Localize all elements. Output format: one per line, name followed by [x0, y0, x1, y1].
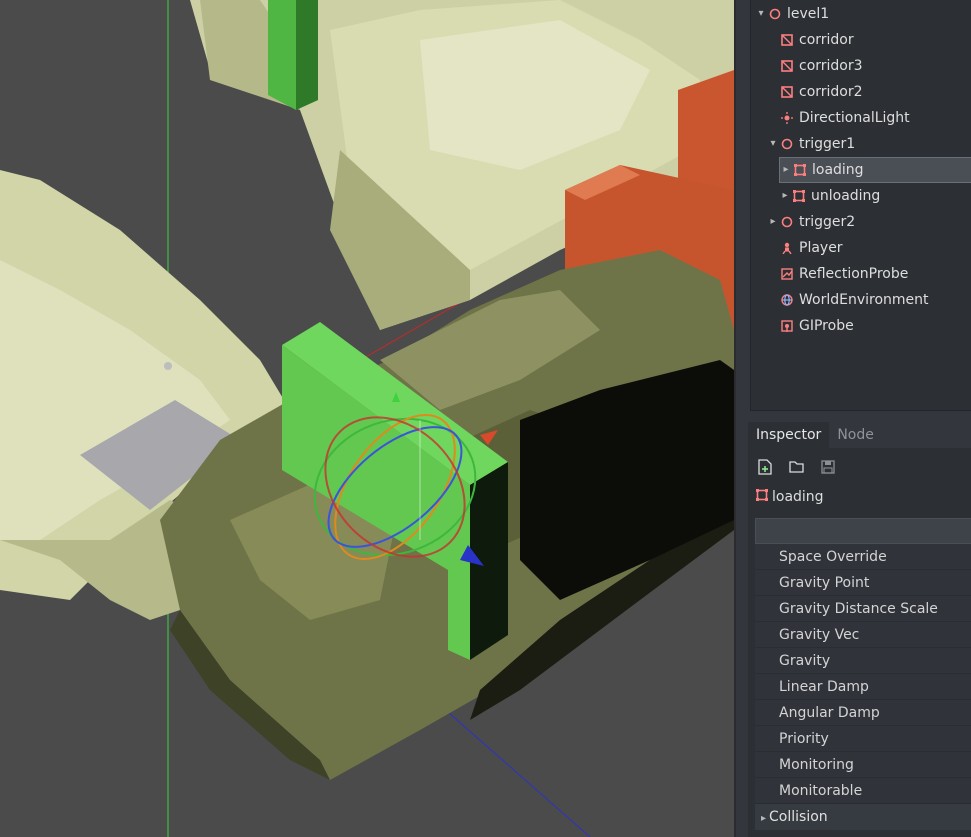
prop-angular-damp[interactable]: Angular Damp — [755, 700, 971, 726]
tab-inspector[interactable]: Inspector — [748, 422, 830, 448]
spatial-node-icon — [767, 6, 783, 22]
property-filter-input[interactable] — [755, 518, 971, 544]
new-file-icon — [758, 459, 772, 475]
tree-item-worldenvironment[interactable]: WorldEnvironment — [767, 287, 929, 313]
inspected-object[interactable]: loading — [756, 486, 824, 508]
prop-monitorable[interactable]: Monitorable — [755, 778, 971, 804]
prop-priority[interactable]: Priority — [755, 726, 971, 752]
tree-item-trigger1[interactable]: ▾ trigger1 — [767, 131, 855, 157]
tree-item-unloading[interactable]: ▸ unloading — [779, 183, 880, 209]
area-icon — [791, 188, 807, 204]
light-icon — [779, 110, 795, 126]
expand-arrow-icon[interactable]: ▸ — [767, 209, 779, 235]
collapse-arrow-icon[interactable]: ▾ — [767, 131, 779, 157]
area-icon — [792, 162, 808, 178]
save-icon — [821, 460, 835, 474]
gi-probe-icon — [779, 318, 795, 334]
section-collision-label: Collision — [769, 809, 828, 825]
prop-gravity[interactable]: Gravity — [755, 648, 971, 674]
tree-item-reflectionprobe[interactable]: ReflectionProbe — [767, 261, 908, 287]
world-environment-icon — [779, 292, 795, 308]
kinematic-body-icon — [779, 240, 795, 256]
object-name: loading — [772, 489, 824, 505]
prop-space-override[interactable]: Space Override — [755, 544, 971, 570]
right-dock: ▾ level1 corridor corridor3 corridor2 Di… — [734, 0, 971, 837]
prop-gravity-vec[interactable]: Gravity Vec — [755, 622, 971, 648]
load-resource-button[interactable] — [788, 458, 806, 476]
tree-item-loading[interactable]: ▸ loading — [779, 157, 971, 183]
reflection-probe-icon — [779, 266, 795, 282]
tree-item-trigger2[interactable]: ▸ trigger2 — [767, 209, 855, 235]
expand-arrow-icon[interactable]: ▸ — [779, 183, 791, 209]
tree-item-label: level1 — [787, 6, 830, 22]
tree-item-directionallight[interactable]: DirectionalLight — [767, 105, 910, 131]
folder-open-icon — [789, 461, 804, 473]
prop-gravity-distance-scale[interactable]: Gravity Distance Scale — [755, 596, 971, 622]
spatial-node-icon — [779, 136, 795, 152]
save-resource-button[interactable] — [819, 458, 837, 476]
tree-item-corridor[interactable]: corridor — [767, 27, 854, 53]
new-resource-button[interactable] — [756, 458, 774, 476]
tab-node[interactable]: Node — [829, 422, 882, 448]
prop-gravity-point[interactable]: Gravity Point — [755, 570, 971, 596]
level-scene — [0, 0, 734, 837]
tree-item-corridor2[interactable]: corridor2 — [767, 79, 863, 105]
inspector-panel: loading Space Override Gravity Point Gra… — [748, 448, 971, 837]
tree-item-level1[interactable]: ▾ level1 — [755, 1, 829, 27]
spatial-node-icon — [779, 214, 795, 230]
3d-viewport[interactable] — [0, 0, 734, 837]
section-collision[interactable]: ▸ Collision — [755, 804, 971, 830]
prop-linear-damp[interactable]: Linear Damp — [755, 674, 971, 700]
mesh-instance-icon — [779, 32, 795, 48]
scene-tree-panel[interactable]: ▾ level1 corridor corridor3 corridor2 Di… — [750, 0, 971, 411]
mesh-instance-icon — [779, 58, 795, 74]
tree-item-giprobe[interactable]: GIProbe — [767, 313, 854, 339]
collapse-arrow-icon[interactable]: ▾ — [755, 1, 767, 27]
mesh-instance-icon — [779, 84, 795, 100]
inspector-tabs: Inspector Node — [748, 422, 882, 448]
tree-item-player[interactable]: Player — [767, 235, 843, 261]
chevron-right-icon: ▸ — [761, 813, 767, 824]
prop-monitoring[interactable]: Monitoring — [755, 752, 971, 778]
expand-arrow-icon[interactable]: ▸ — [780, 157, 792, 183]
tree-item-corridor3[interactable]: corridor3 — [767, 53, 863, 79]
area-icon — [756, 489, 768, 505]
